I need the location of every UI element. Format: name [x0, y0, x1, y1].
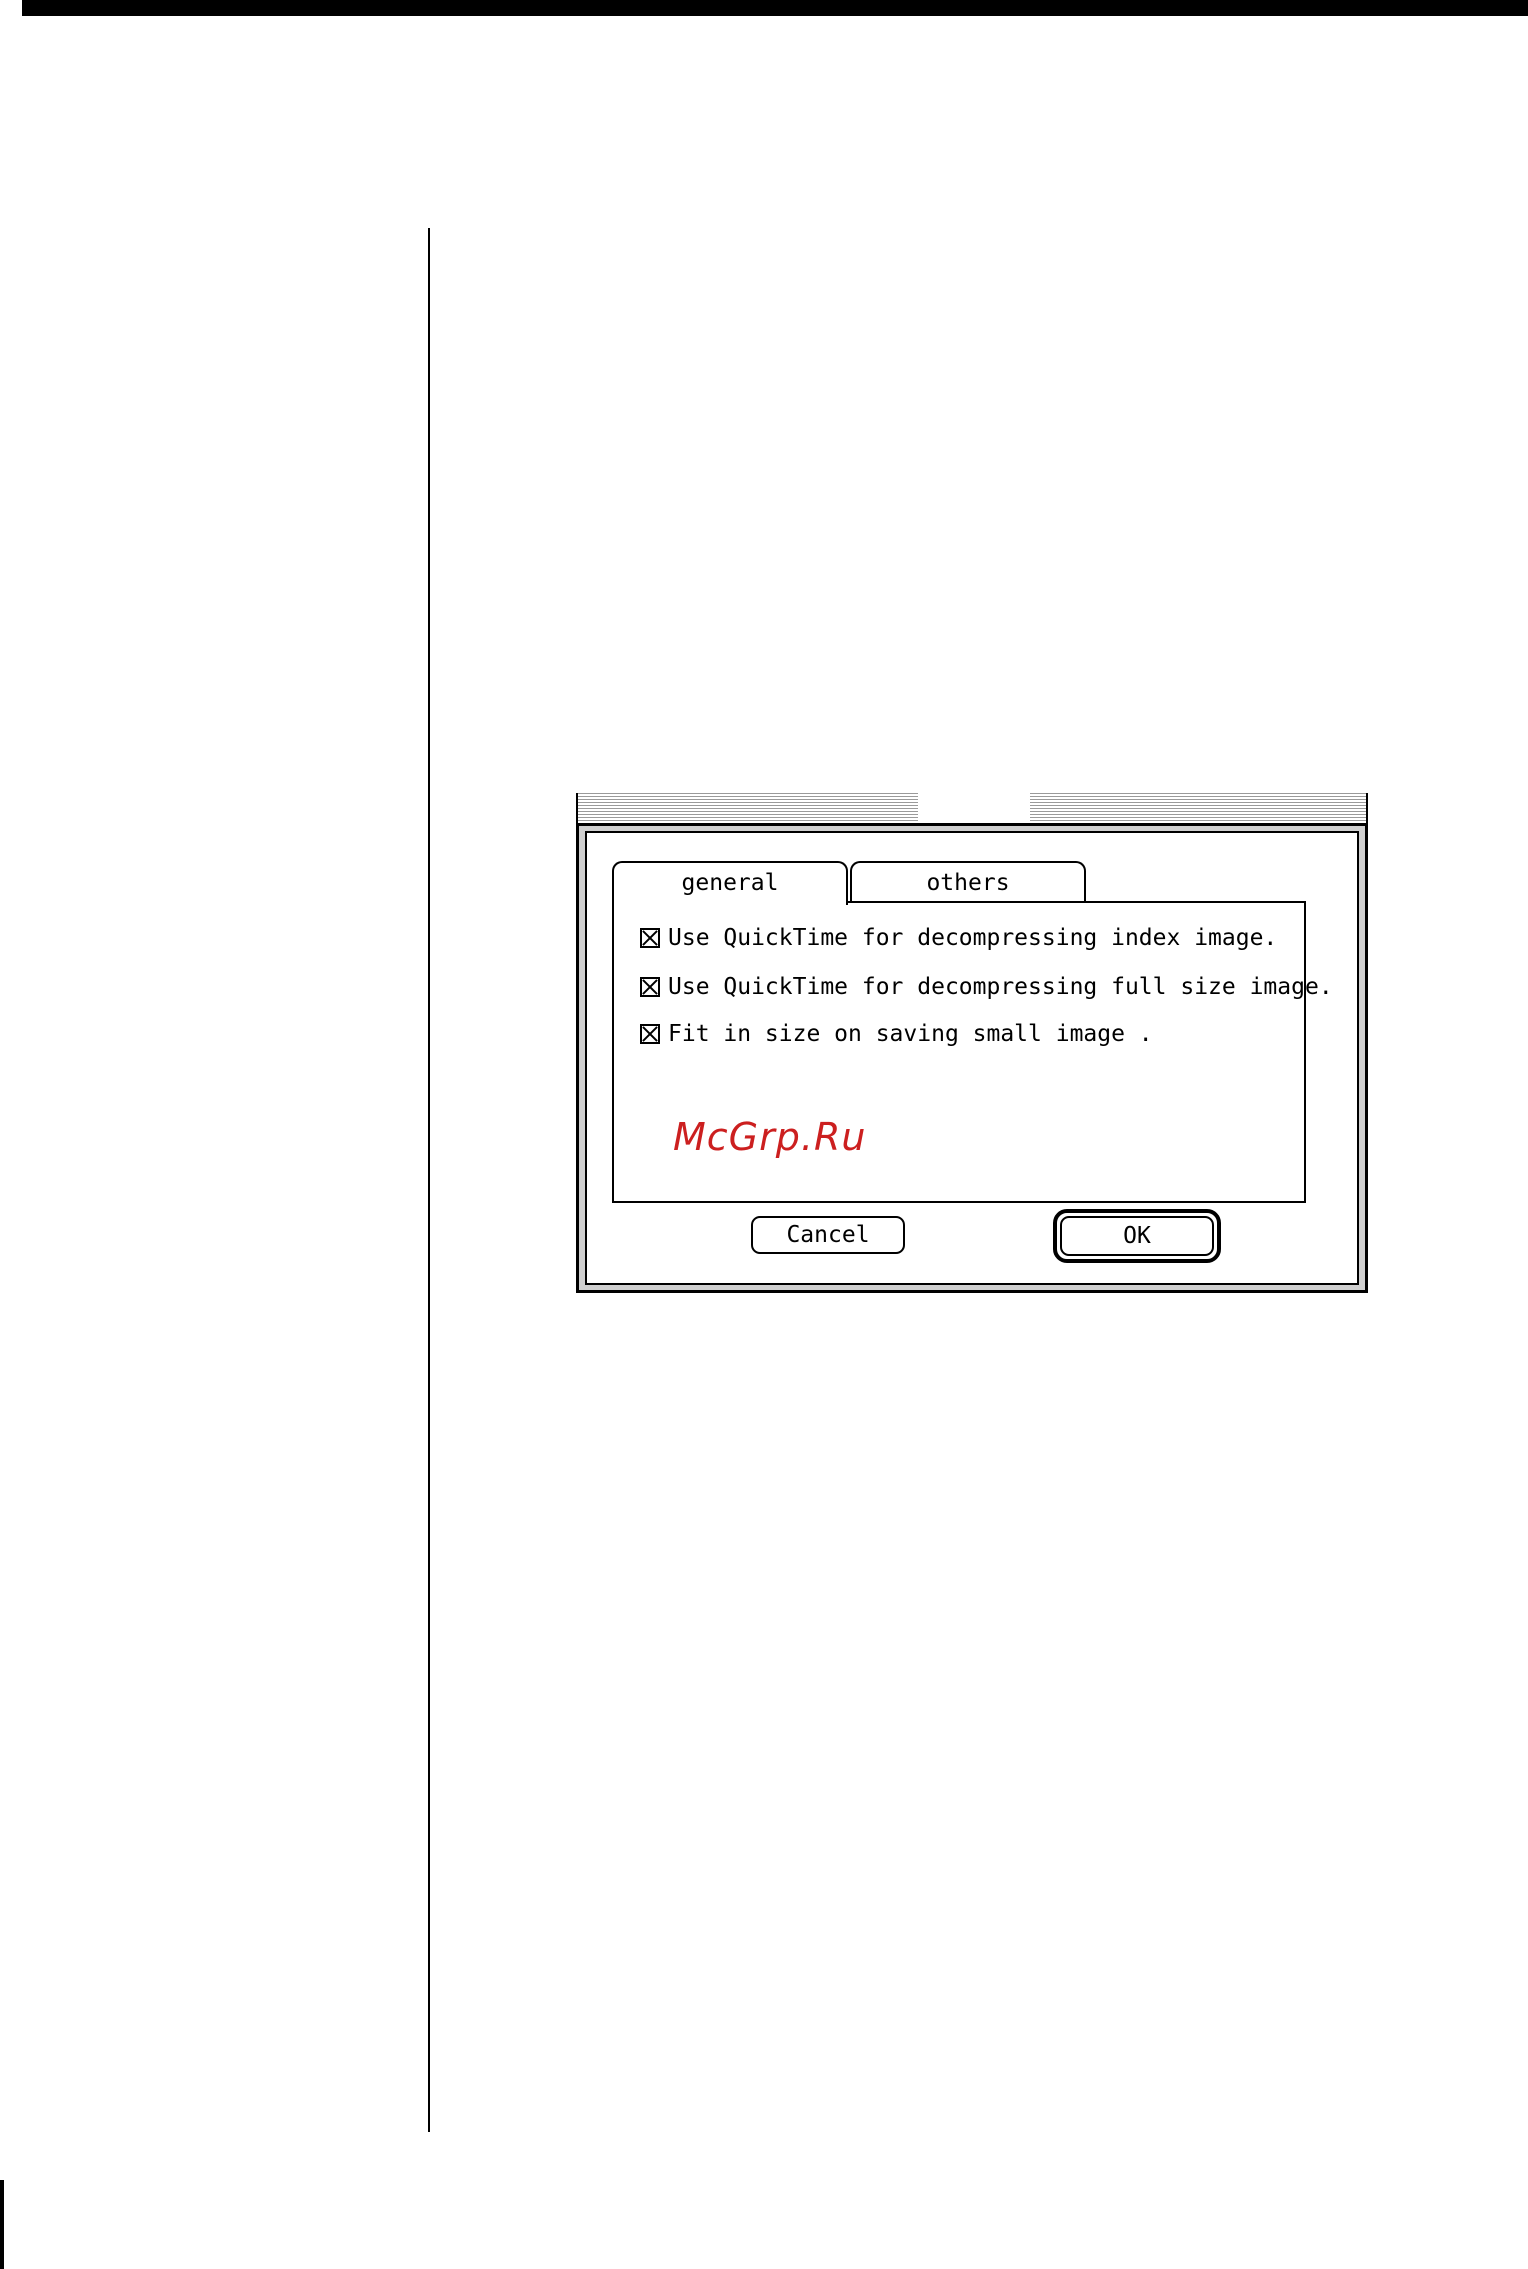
checkbox-checked-icon[interactable] — [640, 977, 660, 997]
checkbox-checked-icon[interactable] — [640, 928, 660, 948]
preferences-dialog: general others Use QuickTime for decompr… — [576, 793, 1368, 1293]
option-fit-in-size[interactable]: Fit in size on saving small image . — [640, 1019, 1153, 1049]
checkbox-checked-icon[interactable] — [640, 1024, 660, 1044]
cancel-button[interactable]: Cancel — [751, 1216, 905, 1254]
corner-mark — [0, 2180, 4, 2269]
general-tab-panel: Use QuickTime for decompressing index im… — [612, 901, 1333, 1203]
option-quicktime-index[interactable]: Use QuickTime for decompressing index im… — [640, 923, 1277, 953]
option-label: Use QuickTime for decompressing full siz… — [668, 974, 1333, 1000]
title-bar-gap — [918, 793, 1030, 823]
option-label: Use QuickTime for decompressing index im… — [668, 925, 1278, 951]
margin-rule — [428, 228, 430, 2132]
tab-others[interactable]: others — [850, 861, 1086, 903]
dialog-content: general others Use QuickTime for decompr… — [585, 831, 1359, 1285]
ok-button-default-ring[interactable]: OK — [1053, 1209, 1221, 1263]
tab-general[interactable]: general — [612, 861, 848, 905]
watermark-text: McGrp.Ru — [673, 1115, 867, 1159]
dialog-title-bar[interactable] — [576, 793, 1368, 823]
option-label: Fit in size on saving small image . — [668, 1021, 1153, 1047]
option-quicktime-full-size[interactable]: Use QuickTime for decompressing full siz… — [640, 972, 1333, 1002]
dialog-frame: general others Use QuickTime for decompr… — [576, 823, 1368, 1293]
ok-button[interactable]: OK — [1060, 1216, 1214, 1256]
page-top-bar — [22, 0, 1528, 16]
